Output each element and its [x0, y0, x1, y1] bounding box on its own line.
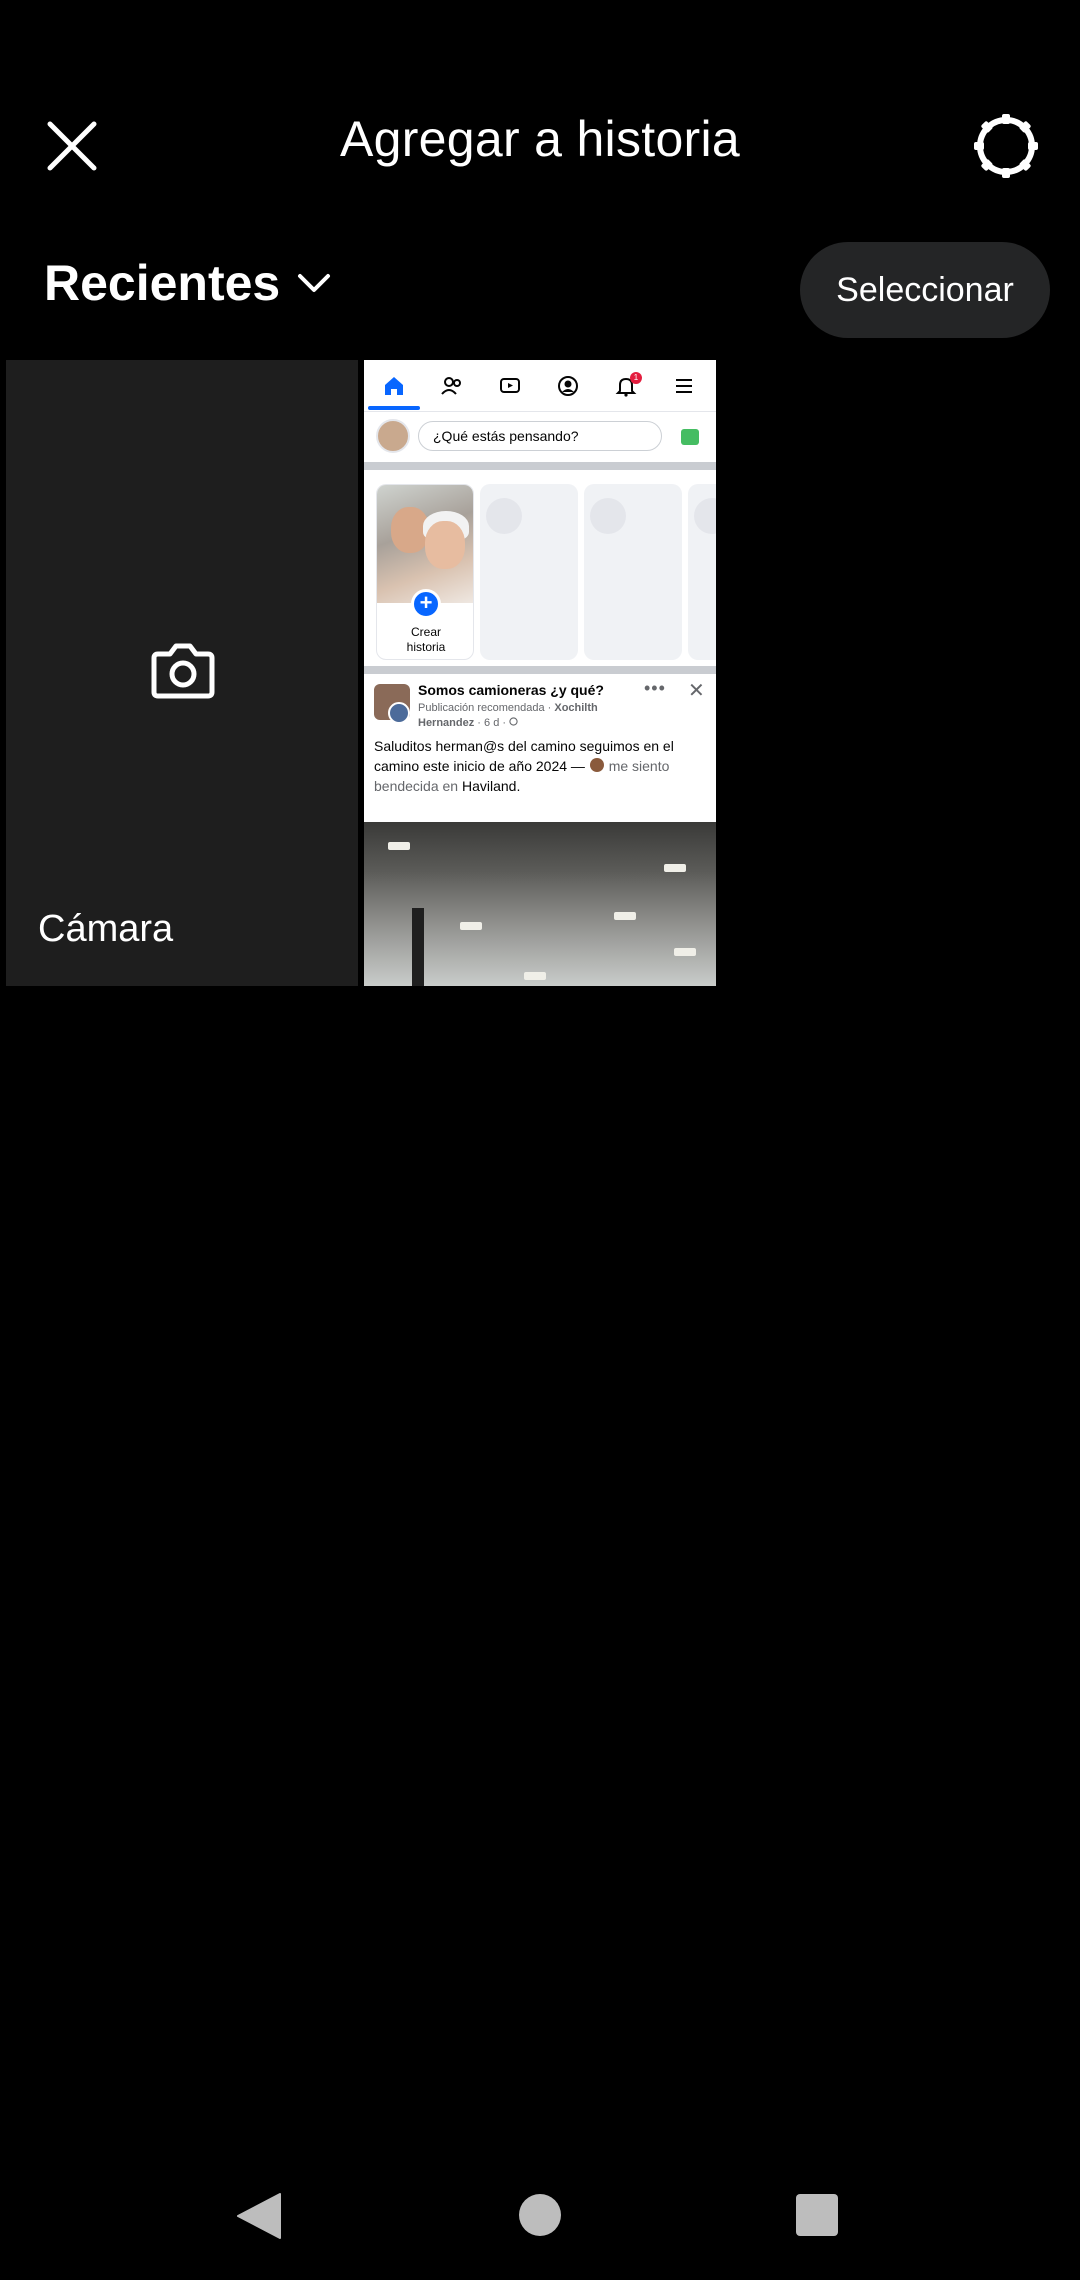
page-title: Agregar a historia	[339, 111, 741, 167]
ceiling-light	[524, 972, 546, 980]
plus-icon: +	[411, 589, 441, 619]
post-image	[364, 822, 716, 986]
ceiling-light	[664, 864, 686, 872]
more-icon: •••	[644, 678, 666, 698]
chevron-down-icon	[298, 274, 331, 292]
add-to-story-screen: Agregar a historia Recientes Seleccionar…	[0, 0, 1080, 2280]
system-nav-bar	[0, 2160, 1080, 2280]
thumbnail-post: Somos camioneras ¿y qué? Publicación rec…	[364, 674, 716, 986]
story-placeholder	[480, 484, 578, 660]
photo-icon	[681, 429, 699, 445]
video-icon	[496, 372, 524, 400]
story-placeholder	[688, 484, 716, 660]
profile-icon	[554, 372, 582, 400]
globe-icon	[509, 717, 518, 726]
post-text-place: Haviland	[461, 778, 517, 794]
create-story-label-line2: historia	[406, 640, 446, 654]
home-icon	[380, 372, 408, 400]
camera-tile[interactable]: Cámara	[6, 360, 358, 986]
menu-icon	[670, 372, 698, 400]
select-button[interactable]: Seleccionar	[800, 242, 1050, 338]
album-row: Recientes Seleccionar	[0, 240, 1080, 340]
story-photo	[377, 485, 473, 603]
story-person	[425, 521, 465, 569]
post-meta: Publicación recomendada · Xochilth Herna…	[418, 701, 618, 731]
post-group-name: Somos camioneras ¿y qué?	[418, 682, 604, 698]
create-story-label-line1: Crear	[410, 625, 441, 639]
close-icon: ✕	[688, 680, 705, 702]
author-avatar	[388, 702, 410, 724]
ceiling-light	[460, 922, 482, 930]
photo-thumbnail[interactable]: 1 ¿Qué estás pensando? + Crear historia …	[364, 360, 716, 986]
create-story-label: Crear historia	[377, 625, 473, 655]
header: Agregar a historia	[0, 90, 1080, 190]
thumbnail-composer: ¿Qué estás pensando?	[364, 412, 716, 462]
ceiling-light	[388, 842, 410, 850]
media-grid: Cámara 1 ¿Qué estás pensando? + Crear hi…	[6, 360, 1074, 986]
camera-icon	[151, 643, 215, 699]
create-story-card: + Crear historia	[376, 484, 474, 660]
camera-label: Cámara	[38, 908, 174, 950]
composer-input: ¿Qué estás pensando?	[418, 421, 662, 451]
active-tab-indicator	[368, 406, 420, 410]
post-text-end: .	[516, 778, 521, 794]
friends-icon	[438, 372, 466, 400]
avatar	[376, 419, 410, 453]
post-meta-time: · 6 d ·	[474, 717, 510, 729]
notification-badge: 1	[630, 372, 642, 384]
ceiling-light	[674, 948, 696, 956]
thumbnail-fb-navbar: 1	[364, 360, 716, 412]
gear-icon	[974, 114, 1038, 178]
divider	[364, 462, 716, 470]
settings-button[interactable]	[966, 106, 1046, 186]
story-placeholder-avatar	[590, 498, 626, 534]
post-text: Saluditos herman@s del camino seguimos e…	[374, 736, 710, 796]
emoji-icon	[589, 758, 604, 772]
post-meta-type: Publicación recomendada ·	[418, 702, 555, 714]
story-placeholder-avatar	[694, 498, 716, 534]
album-selector[interactable]: Recientes	[44, 254, 334, 312]
pillar	[412, 908, 424, 986]
thumbnail-stories: + Crear historia	[364, 470, 716, 666]
home-button[interactable]	[519, 2194, 561, 2236]
story-placeholder-avatar	[486, 498, 522, 534]
album-label: Recientes	[44, 255, 281, 311]
story-placeholder	[584, 484, 682, 660]
back-icon[interactable]	[236, 2192, 282, 2240]
divider	[364, 666, 716, 674]
ceiling-light	[614, 912, 636, 920]
recents-button[interactable]	[796, 2194, 838, 2236]
